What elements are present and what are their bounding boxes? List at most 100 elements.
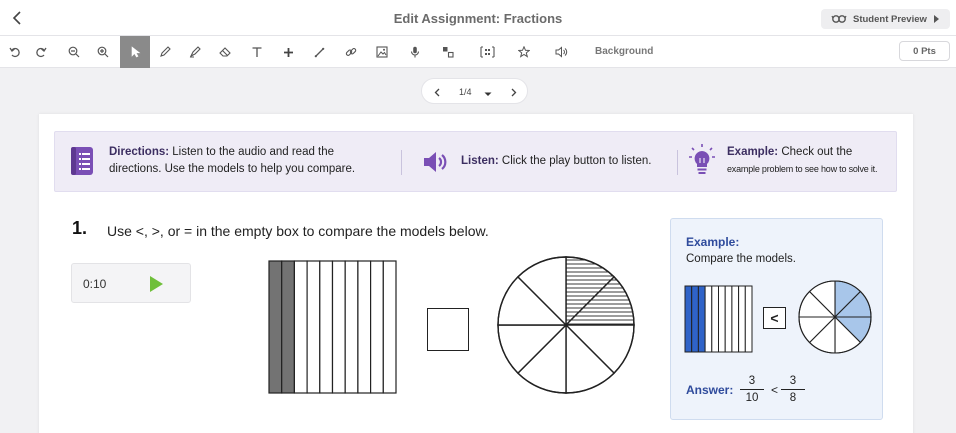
text-icon [252,47,262,57]
star-icon [518,46,530,58]
highlighter-tool-button[interactable] [180,36,210,68]
left-denominator: 10 [745,392,759,404]
example-label: Example: [727,146,779,158]
plus-icon [283,47,293,57]
example-answer-symbol: < [771,383,779,397]
zoom-in-button[interactable] [88,36,118,68]
undo-icon [9,47,20,58]
example-circle-model [798,280,872,354]
example-line-1: Check out the [781,146,853,158]
directions-line-2: directions. Use the models to help you c… [109,163,356,175]
example-line-2: example problem to see how to solve it. [727,164,878,174]
select-tool-button[interactable] [120,36,150,68]
bar-part-shaded [691,285,699,353]
bar-part [319,260,334,394]
page-title: Edit Assignment: Fractions [393,11,563,26]
shapes-icon [443,47,454,58]
circle-model [497,256,635,394]
page-dropdown-button[interactable] [484,86,492,104]
editing-toolbar: Background 0 Pts [0,36,956,68]
background-button[interactable]: Background [595,46,653,57]
star-tool-button[interactable] [509,36,539,68]
example-title: Example: [686,235,740,249]
bar-part [724,285,733,353]
bar-part [711,285,719,353]
question-text: Use <, >, or = in the empty box to compa… [107,223,489,239]
add-element-button[interactable] [273,36,303,68]
bar-part [357,260,372,394]
shapes-tool-button[interactable] [433,36,463,68]
audio-tool-button[interactable] [546,36,576,68]
back-button[interactable] [6,6,30,30]
line-icon [314,47,324,57]
redo-button[interactable] [26,36,56,68]
line-tool-button[interactable] [304,36,334,68]
image-tool-button[interactable] [367,36,397,68]
zoom-out-icon [68,46,80,58]
layout-tool-button[interactable] [472,36,502,68]
audio-time: 0:10 [83,277,107,291]
bar-part-shaded [281,260,295,394]
right-denominator: 8 [789,392,797,404]
assignment-page: Directions: Listen to the audio and read… [39,114,913,433]
student-preview-button[interactable]: Student Preview [821,9,950,29]
caret-down-icon [484,92,492,96]
page-indicator[interactable]: 1/4 [459,87,472,97]
divider [401,150,402,175]
lightbulb-icon [689,144,715,174]
prev-page-button[interactable] [426,79,448,105]
example-right-fraction: 3 8 [781,375,805,404]
directions-bar: Directions: Listen to the audio and read… [54,131,897,192]
listen-label: Listen: [461,155,499,167]
bar-model [268,260,397,394]
eraser-icon [219,47,231,57]
directions-text: Directions: Listen to the audio and read… [109,144,355,178]
bar-part [744,285,753,353]
chevron-right-icon [511,88,517,96]
link-icon [345,48,357,56]
eraser-tool-button[interactable] [210,36,240,68]
comparison-answer-box[interactable] [427,308,469,351]
audio-player: 0:10 [71,263,191,303]
pen-tool-button[interactable] [150,36,180,68]
highlighter-icon [189,46,201,58]
example-text: Example: Check out the example problem t… [727,144,877,178]
bar-part [704,285,713,353]
example-panel: Example: Compare the models. < Answer: 3… [670,218,883,420]
speaker-icon[interactable] [423,151,449,173]
listen-instructions: Click the play button to listen. [501,155,652,167]
points-field[interactable]: 0 Pts [899,41,950,61]
link-tool-button[interactable] [336,36,366,68]
speaker-icon [555,46,567,58]
bar-part-shaded [684,285,693,353]
bar-part-shaded [268,260,283,394]
student-preview-label: Student Preview [853,13,927,25]
example-comparison-box: < [763,307,786,329]
page-navigator: 1/4 [421,78,528,104]
record-audio-button[interactable] [400,36,430,68]
bar-part [331,260,346,394]
book-icon [71,147,93,175]
microphone-icon [410,46,420,58]
example-left-fraction: 3 10 [740,375,764,404]
next-page-button[interactable] [503,79,525,105]
bar-part [738,285,746,353]
example-answer-label: Answer: [686,383,734,397]
zoom-out-button[interactable] [59,36,89,68]
bar-part [306,260,321,394]
bar-part [344,260,359,394]
student-preview-icon [831,15,847,23]
redo-icon [36,47,47,58]
play-triangle-icon [933,15,939,23]
divider [677,150,678,175]
listen-text: Listen: Click the play button to listen. [461,153,652,170]
play-icon[interactable] [147,275,165,293]
example-subtitle: Compare the models. [686,253,796,265]
left-numerator: 3 [740,375,764,390]
text-tool-button[interactable] [242,36,272,68]
chevron-left-icon [12,11,21,25]
example-bar-model [684,285,753,353]
bar-part [293,260,308,394]
question-number: 1. [72,218,88,238]
bar-part-shaded [697,285,706,353]
